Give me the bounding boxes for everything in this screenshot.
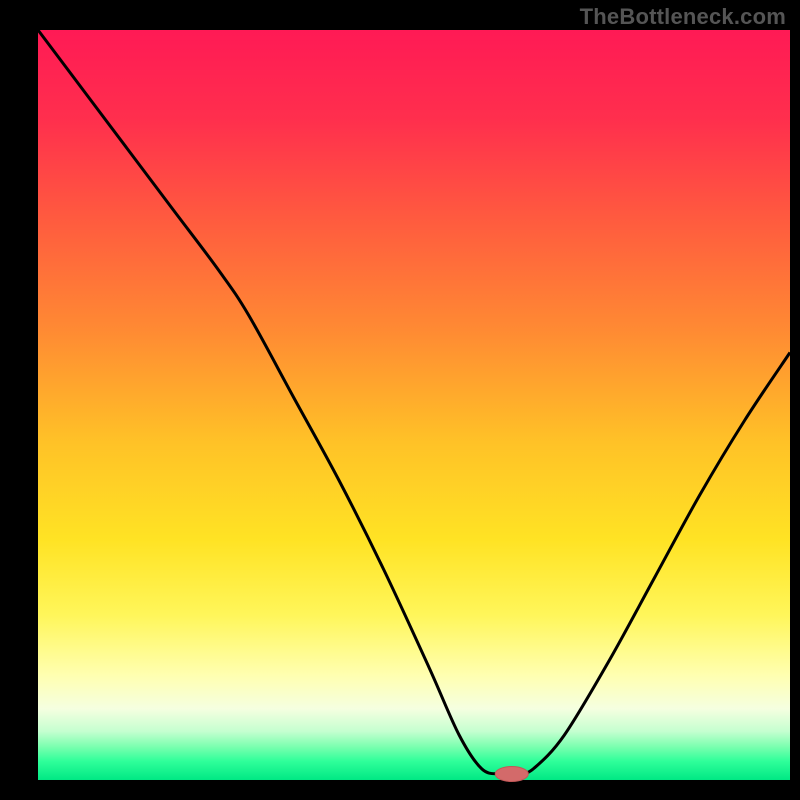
chart-frame: TheBottleneck.com — [0, 0, 800, 800]
gradient-background — [38, 30, 790, 780]
optimal-point-marker — [495, 767, 528, 782]
bottleneck-plot — [0, 0, 800, 800]
